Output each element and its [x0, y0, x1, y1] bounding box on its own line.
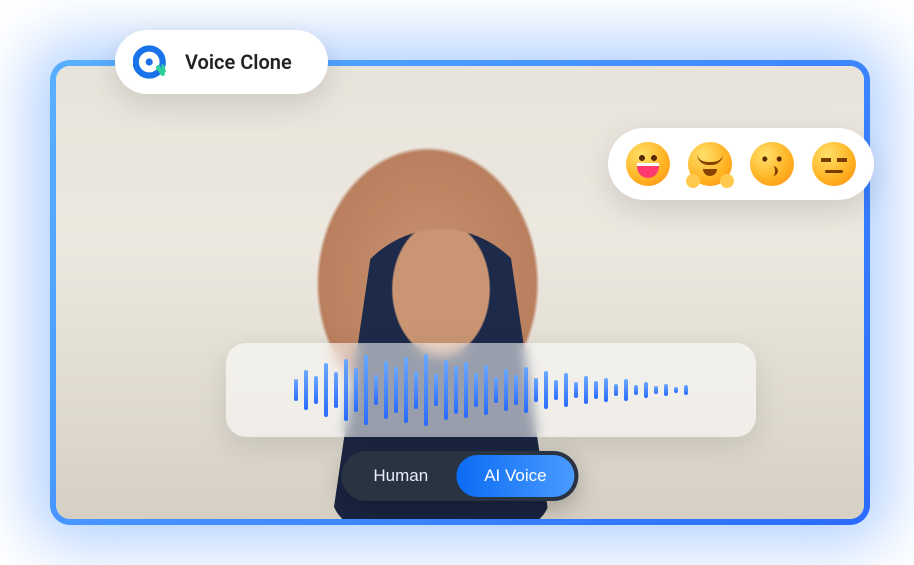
toggle-option-human[interactable]: Human [345, 455, 456, 497]
emoji-reactions-row [608, 128, 874, 200]
voice-clone-label: Voice Clone [185, 50, 292, 74]
waveform-bar [554, 380, 558, 400]
waveform-bar [634, 385, 638, 395]
voice-clone-chip: Voice Clone [115, 30, 328, 94]
waveform-bar [374, 375, 378, 405]
waveform-bar [674, 387, 678, 393]
waveform-bar [684, 385, 688, 395]
waveform-bar [604, 378, 608, 402]
expressionless-emoji-icon[interactable] [812, 142, 856, 186]
waveform-bar [464, 362, 468, 418]
waveform-bar [594, 381, 598, 399]
waveform-bar [364, 355, 368, 425]
voice-mode-toggle[interactable]: Human AI Voice [341, 451, 578, 501]
waveform-bar [354, 368, 358, 412]
waveform-bar [384, 361, 388, 419]
waveform-bar [494, 377, 498, 403]
waveform-bar [564, 373, 568, 407]
waveform-bar [414, 371, 418, 409]
grinning-emoji-icon[interactable] [626, 142, 670, 186]
waveform-bar [484, 365, 488, 415]
waveform-bar [504, 369, 508, 411]
waveform-bar [514, 375, 518, 405]
waveform-bar [294, 379, 298, 401]
waveform-bar [624, 379, 628, 401]
waveform-bar [474, 373, 478, 407]
waveform-bar [424, 354, 428, 426]
waveform-bar [394, 367, 398, 413]
waveform-bar [404, 357, 408, 423]
waveform-bar [664, 384, 668, 396]
waveform-bar [614, 384, 618, 396]
voice-clone-logo-icon [133, 44, 169, 80]
waveform-bar [544, 371, 548, 409]
toggle-option-ai-voice[interactable]: AI Voice [456, 455, 574, 497]
waveform-bar [644, 382, 648, 398]
kissing-emoji-icon[interactable] [750, 142, 794, 186]
hugging-emoji-icon[interactable] [688, 142, 732, 186]
waveform-bar [434, 374, 438, 406]
waveform-bar [304, 370, 308, 410]
waveform-bar [574, 382, 578, 398]
waveform-bar [314, 376, 318, 404]
waveform-bar [454, 366, 458, 414]
waveform-bar [654, 386, 658, 394]
waveform-bar [344, 359, 348, 421]
waveform-bar [534, 378, 538, 402]
waveform-bar [334, 372, 338, 408]
waveform-bar [584, 376, 588, 404]
audio-waveform-card [226, 343, 756, 437]
waveform-bar [444, 360, 448, 420]
waveform-bar [524, 367, 528, 413]
waveform-bar [324, 363, 328, 417]
